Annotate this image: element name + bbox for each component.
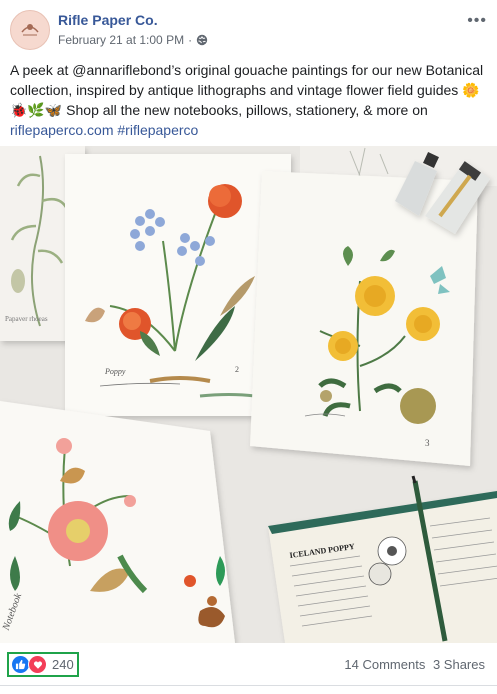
website-link[interactable]: riflepaperco.com: [10, 122, 114, 138]
emoji-row: 🐞🌿🦋: [10, 102, 63, 118]
more-options-icon[interactable]: •••: [467, 12, 487, 30]
svg-text:Papaver rhoeas: Papaver rhoeas: [5, 315, 48, 323]
post-message: A peek at @annariflebond’s original goua…: [10, 60, 488, 140]
post-timestamp[interactable]: February 21 at 1:00 PM: [58, 33, 184, 47]
rose-card: [0, 401, 235, 643]
comments-count[interactable]: 14 Comments: [344, 657, 425, 672]
post-header: Rifle Paper Co. February 21 at 1:00 PM ·…: [0, 0, 497, 58]
reactions-summary[interactable]: 240: [7, 652, 79, 677]
svg-text:3: 3: [425, 438, 430, 448]
post-photo[interactable]: Papaver rhoeas Poppy 2 3 Notebook ICELAN…: [0, 146, 497, 643]
avatar-logo-icon: [13, 13, 47, 47]
shares-count[interactable]: 3 Shares: [433, 657, 485, 672]
hashtag-link[interactable]: #riflepaperco: [117, 122, 198, 138]
post-text-line2: Shop all the new notebooks, pillows, sta…: [62, 102, 428, 118]
reaction-count: 240: [52, 657, 74, 672]
card1-number: 2: [235, 365, 239, 374]
post-meta: February 21 at 1:00 PM ·: [58, 33, 208, 47]
page-avatar[interactable]: [10, 10, 50, 50]
engagement-stats: 14 Comments 3 Shares: [340, 657, 485, 672]
meta-separator: ·: [188, 33, 193, 47]
botanical-paintings-image: Papaver rhoeas Poppy 2 3 Notebook ICELAN…: [0, 146, 497, 643]
page-name[interactable]: Rifle Paper Co.: [58, 12, 158, 28]
card1-caption: Poppy: [104, 367, 126, 376]
globe-icon: [196, 34, 208, 46]
post-text-line1: A peek at @annariflebond’s original goua…: [10, 62, 484, 98]
love-icon: [28, 655, 47, 674]
like-icon: [12, 656, 29, 673]
emoji-sun: 🌼: [462, 82, 480, 98]
post-footer: 240 14 Comments 3 Shares: [0, 643, 497, 686]
